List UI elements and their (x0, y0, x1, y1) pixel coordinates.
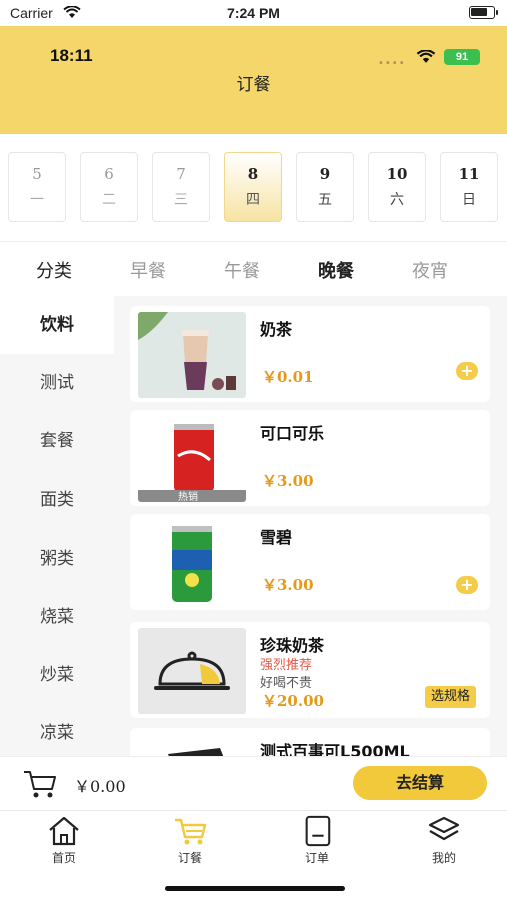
sidebar-item-noodles[interactable]: 面类 (0, 471, 114, 529)
cart-bar: ￥0.00 去结算 (0, 756, 507, 810)
image-caption: 热销 (178, 492, 198, 503)
home-icon (49, 816, 79, 846)
date-day: 7 (176, 165, 186, 183)
category-sidebar: 饮料 测试 套餐 面类 粥类 烧菜 炒菜 凉菜 (0, 296, 114, 756)
product-price: ￥3.00 (262, 576, 314, 594)
food-cloche-icon (138, 628, 246, 714)
date-cell[interactable]: 11 日 (440, 152, 498, 222)
pepsi-image (138, 734, 246, 756)
order-icon (305, 815, 331, 847)
category-label: 分类 (36, 261, 72, 282)
profile-icon (428, 816, 460, 841)
date-weekday: 四 (246, 192, 260, 208)
tab-label: 首页 (51, 851, 76, 865)
product-price: ￥0.01 (262, 368, 314, 386)
milk-tea-image (138, 312, 246, 398)
product-card[interactable]: 奶茶 ￥0.01 + (130, 306, 490, 402)
product-name: 雪碧 (260, 528, 293, 547)
page-title: 订餐 (236, 75, 271, 95)
cart-total: ￥0.00 (74, 777, 126, 796)
date-day: 11 (458, 165, 480, 183)
sidebar-item-drinks[interactable]: 饮料 (0, 296, 114, 354)
date-weekday: 六 (390, 192, 404, 208)
product-card[interactable]: 热销 可口可乐 ￥3.00 (130, 410, 490, 506)
inner-battery-icon: 91 (444, 49, 480, 65)
product-name: 测式百事可L500ML (260, 742, 410, 756)
tab-orders[interactable]: 订单 (277, 815, 357, 866)
date-day: 6 (104, 165, 114, 183)
date-day: 9 (319, 165, 331, 183)
date-weekday: 五 (318, 192, 332, 208)
sidebar-item-cold-dish[interactable]: 凉菜 (0, 704, 114, 762)
product-list: 奶茶 ￥0.01 + 热销 可口可乐 ￥3.00 雪碧 ￥3.00 + 珍珠奶茶… (114, 296, 507, 756)
checkout-button[interactable]: 去结算 (353, 766, 487, 800)
tab-profile[interactable]: 我的 (404, 815, 484, 866)
tab-label: 我的 (431, 851, 456, 865)
date-cell[interactable]: 10 六 (368, 152, 426, 222)
date-weekday: 二 (102, 192, 116, 208)
date-cell[interactable]: 9五 (296, 152, 354, 222)
date-cell[interactable]: 7三 (152, 152, 210, 222)
tab-order-food[interactable]: 订餐 (150, 815, 230, 866)
sidebar-item-test[interactable]: 测试 (0, 354, 114, 412)
add-to-cart-button[interactable]: + (456, 576, 478, 594)
product-card[interactable]: 雪碧 ￥3.00 + (130, 514, 490, 610)
inner-wifi-icon (416, 50, 436, 63)
product-card[interactable]: 测式百事可L500ML (130, 728, 490, 756)
product-tag: 强烈推荐 (260, 658, 313, 673)
sidebar-item-congee[interactable]: 粥类 (0, 530, 114, 588)
date-cell[interactable]: 5一 (8, 152, 66, 222)
cart-icon[interactable] (22, 769, 58, 799)
date-weekday: 一 (30, 192, 44, 208)
sprite-image (138, 520, 246, 606)
home-indicator (165, 886, 345, 891)
app-header: 18:11 •••• 91 订餐 (0, 26, 507, 134)
product-price: ￥3.00 (262, 472, 314, 490)
status-time: 7:24 PM (227, 5, 280, 21)
date-day: 8 (247, 165, 259, 183)
status-bar: Carrier 7:24 PM (0, 0, 507, 26)
add-to-cart-button[interactable]: + (456, 362, 478, 380)
tab-label: 订单 (304, 851, 329, 865)
product-card[interactable]: 珍珠奶茶 强烈推荐 好喝不贵 ￥20.00 选规格 (130, 622, 490, 718)
product-name: 珍珠奶茶 (260, 636, 325, 655)
sidebar-item-braised[interactable]: 烧菜 (0, 588, 114, 646)
tab-home[interactable]: 首页 (24, 815, 104, 866)
date-day: 10 (386, 165, 408, 183)
product-name: 可口可乐 (260, 424, 325, 443)
date-cell-selected[interactable]: 8四 (224, 152, 282, 222)
signal-dots-icon: •••• (378, 58, 406, 69)
tab-lunch[interactable]: 午餐 (224, 257, 260, 283)
sidebar-item-stir-fry[interactable]: 炒菜 (0, 646, 114, 704)
product-description: 好喝不贵 (260, 676, 313, 691)
battery-icon (469, 6, 498, 19)
date-weekday: 三 (174, 192, 188, 208)
meal-tabs: 分类 早餐 午餐 晚餐 夜宵 (0, 243, 507, 295)
tab-dinner[interactable]: 晚餐 (318, 257, 354, 283)
date-day: 5 (32, 165, 42, 183)
inner-status-time: 18:11 (50, 46, 93, 65)
cart-icon (175, 818, 207, 845)
product-price: ￥20.00 (262, 692, 324, 710)
date-cell[interactable]: 6二 (80, 152, 138, 222)
select-spec-button[interactable]: 选规格 (424, 686, 476, 708)
sidebar-item-combo[interactable]: 套餐 (0, 412, 114, 470)
date-picker: 5一 6二 7三 8四 9五 10 六 11 日 (0, 134, 507, 242)
date-weekday: 日 (462, 192, 476, 208)
tab-bar: 首页 订餐 订单 我的 (0, 810, 507, 900)
tab-late-night[interactable]: 夜宵 (412, 257, 448, 283)
product-name: 奶茶 (260, 320, 293, 339)
tab-label: 订餐 (177, 851, 202, 865)
tab-breakfast[interactable]: 早餐 (130, 257, 166, 283)
